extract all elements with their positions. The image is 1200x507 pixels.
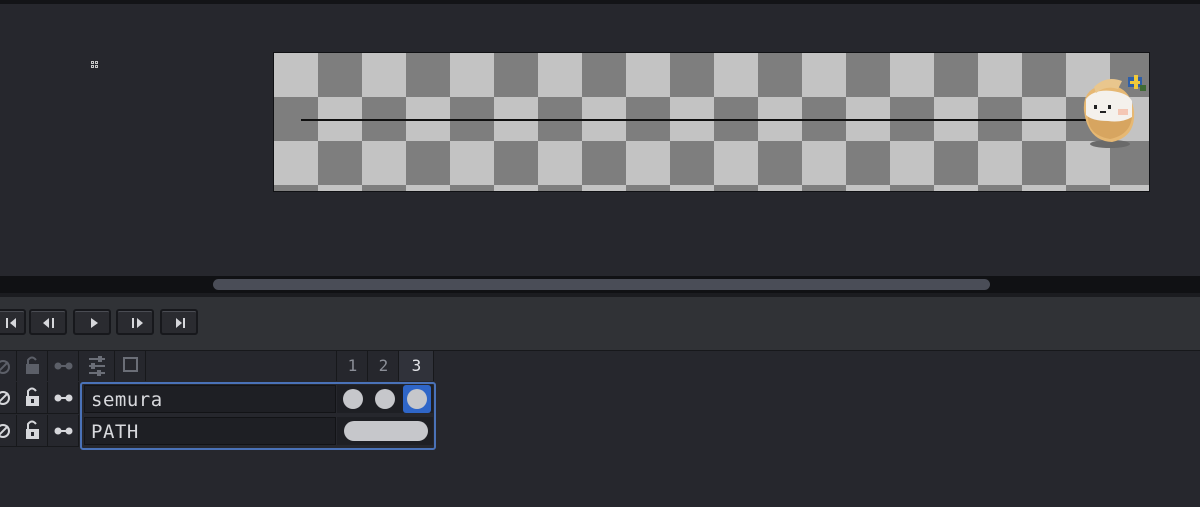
layer-visibility-toggle[interactable] bbox=[0, 382, 17, 414]
frame-number: 3 bbox=[411, 356, 422, 375]
layer-name-header bbox=[146, 351, 337, 381]
timeline-panel: 1 2 3 semura PATH bbox=[0, 351, 1200, 507]
first-frame-button[interactable] bbox=[0, 309, 26, 335]
layer-continuous-toggle[interactable] bbox=[48, 415, 79, 447]
layer-group-header[interactable] bbox=[115, 351, 146, 381]
layer-continuous-toggle[interactable] bbox=[48, 382, 79, 414]
layer-lock-toggle[interactable] bbox=[17, 382, 48, 414]
visibility-icon bbox=[0, 424, 10, 438]
first-frame-icon bbox=[6, 318, 16, 328]
path-line bbox=[301, 119, 1091, 121]
visibility-icon bbox=[0, 391, 10, 405]
visibility-header[interactable] bbox=[0, 351, 17, 381]
lock-icon bbox=[26, 387, 39, 406]
previous-frame-button[interactable] bbox=[29, 309, 67, 335]
lock-icon bbox=[26, 356, 39, 374]
layer-lock-toggle[interactable] bbox=[17, 415, 48, 447]
crosshair-icon bbox=[91, 61, 98, 68]
layer-settings-header[interactable] bbox=[79, 351, 115, 381]
play-icon bbox=[91, 318, 98, 328]
frame-header-1[interactable]: 1 bbox=[337, 351, 368, 381]
continuous-header[interactable] bbox=[48, 351, 79, 381]
continuous-icon bbox=[54, 394, 73, 402]
next-frame-button[interactable] bbox=[116, 309, 154, 335]
next-frame-icon bbox=[132, 318, 143, 328]
transport-bar bbox=[0, 297, 1200, 352]
last-frame-button[interactable] bbox=[160, 309, 198, 335]
lock-header[interactable] bbox=[17, 351, 48, 381]
visibility-icon bbox=[0, 360, 10, 374]
continuous-icon bbox=[54, 427, 73, 435]
last-frame-icon bbox=[176, 318, 185, 328]
semura-sprite bbox=[1083, 75, 1146, 148]
previous-frame-icon bbox=[43, 318, 54, 328]
frame-header-2[interactable]: 2 bbox=[368, 351, 399, 381]
continuous-icon bbox=[54, 362, 73, 370]
sprite-canvas[interactable] bbox=[273, 52, 1150, 192]
lock-icon bbox=[26, 420, 39, 439]
frame-number: 1 bbox=[347, 356, 358, 375]
frame-number: 2 bbox=[378, 356, 389, 375]
layer-selection-outline bbox=[80, 382, 436, 450]
horizontal-scrollbar-thumb[interactable] bbox=[213, 279, 990, 290]
frame-header-3[interactable]: 3 bbox=[399, 351, 434, 381]
layer-group-icon bbox=[123, 357, 138, 372]
layer-settings-icon bbox=[89, 356, 105, 376]
layer-visibility-toggle[interactable] bbox=[0, 415, 17, 447]
play-button[interactable] bbox=[73, 309, 111, 335]
